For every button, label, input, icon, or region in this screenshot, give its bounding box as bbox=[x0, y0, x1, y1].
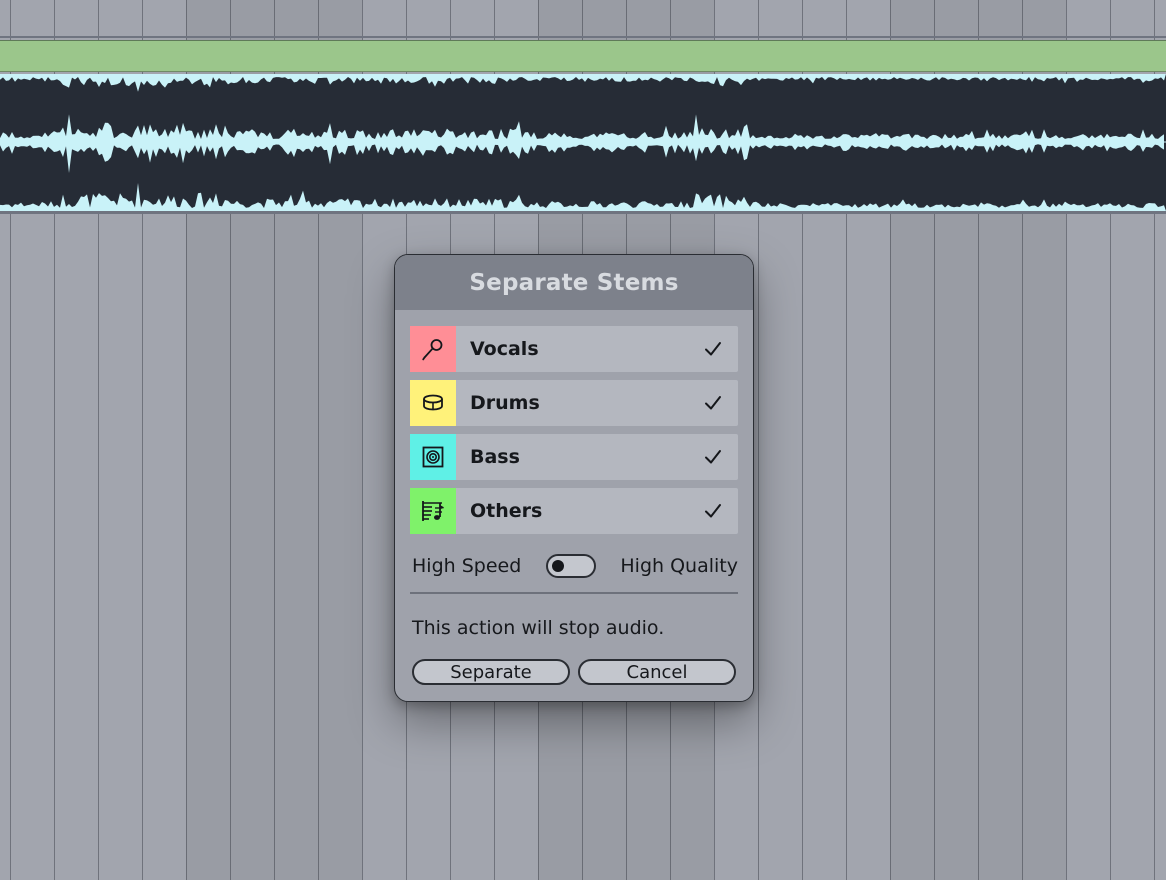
stem-option-drums[interactable]: Drums bbox=[410, 380, 738, 426]
cancel-button[interactable]: Cancel bbox=[578, 659, 736, 685]
stem-icon-box-vocals bbox=[410, 326, 456, 372]
dialog-buttons: Separate Cancel bbox=[412, 659, 736, 685]
stem-option-bass[interactable]: Bass bbox=[410, 434, 738, 480]
checkmark-icon bbox=[702, 448, 724, 466]
stem-list: Vocals Drums Bass Others bbox=[410, 326, 738, 542]
stem-icon-box-others bbox=[410, 488, 456, 534]
drum-icon bbox=[423, 394, 443, 411]
waveform-shape bbox=[0, 74, 1166, 92]
dialog-title-bar: Separate Stems bbox=[395, 255, 753, 310]
warning-message: This action will stop audio. bbox=[412, 617, 665, 639]
waveform-shape bbox=[0, 183, 1166, 211]
high-quality-label: High Quality bbox=[620, 555, 738, 577]
separate-button[interactable]: Separate bbox=[412, 659, 570, 685]
microphone-icon bbox=[422, 339, 443, 361]
audio-clip[interactable] bbox=[0, 36, 1166, 214]
checkmark-icon bbox=[702, 502, 724, 520]
sheet-music-icon bbox=[422, 501, 444, 521]
clip-title-bar[interactable] bbox=[0, 40, 1166, 72]
separate-stems-dialog: Separate Stems Vocals Drums Bass Others … bbox=[394, 254, 754, 702]
stem-label-others: Others bbox=[470, 500, 543, 522]
quality-mode-toggle[interactable] bbox=[545, 554, 596, 578]
stem-option-vocals[interactable]: Vocals bbox=[410, 326, 738, 372]
divider bbox=[410, 592, 738, 594]
waveform-shape bbox=[0, 114, 1164, 173]
checkmark-icon bbox=[702, 394, 724, 412]
stem-label-vocals: Vocals bbox=[470, 338, 539, 360]
stem-option-others[interactable]: Others bbox=[410, 488, 738, 534]
stem-icon-box-bass bbox=[410, 434, 456, 480]
stem-label-bass: Bass bbox=[470, 446, 520, 468]
high-speed-label: High Speed bbox=[412, 555, 522, 577]
toggle-knob bbox=[551, 560, 564, 572]
dialog-title: Separate Stems bbox=[469, 269, 679, 296]
stem-icon-box-drums bbox=[410, 380, 456, 426]
quality-mode-row: High Speed High Quality bbox=[412, 551, 738, 581]
speaker-icon bbox=[422, 446, 444, 468]
checkmark-icon bbox=[702, 340, 724, 358]
stem-label-drums: Drums bbox=[470, 392, 540, 414]
waveform-graphic bbox=[0, 74, 1166, 211]
clip-waveform bbox=[0, 74, 1166, 211]
